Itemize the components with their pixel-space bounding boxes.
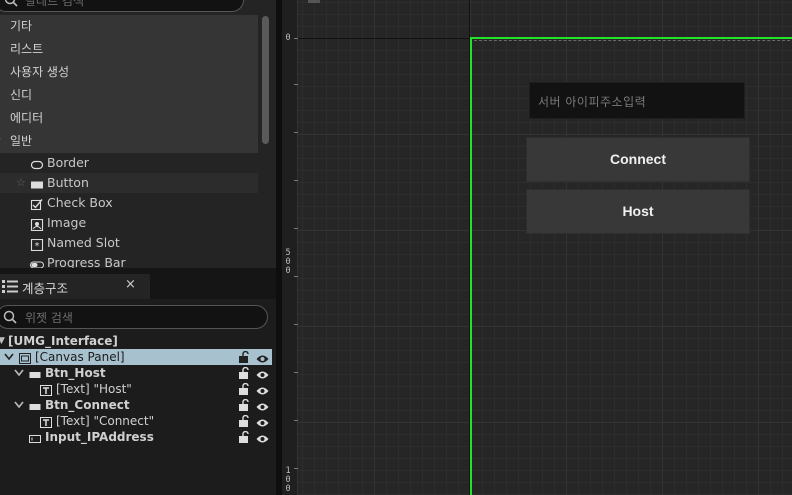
palette-category-common[interactable]: ▾ 일반 [0,130,258,153]
close-icon[interactable]: × [125,277,136,292]
tree-row-btn-host[interactable]: Btn_Host [0,365,272,381]
unlock-icon[interactable] [238,430,250,447]
ruler-tick [294,228,298,229]
palette-item-label: Check Box [47,195,113,210]
palette-item-label: Named Slot [47,235,120,250]
chevron-down-icon[interactable]: ▼ [0,333,5,349]
hierarchy-icon [2,280,18,296]
text-icon [40,416,52,428]
tree-row-label: [Text] "Connect" [56,414,155,428]
button-icon [29,368,41,378]
border-icon [30,157,44,170]
ruler-tick [294,180,298,181]
palette-search-placeholder: 팔레트 검색 [25,0,85,8]
palette-item-label: Button [47,175,89,190]
tree-row-canvas-panel[interactable]: [Canvas Panel] [0,349,272,365]
hierarchy-panel: 위젯 검색 ▼ [UMG_Interface] [Canvas Panel] B… [0,299,276,495]
category-label: 일반 [10,134,33,148]
ip-address-input[interactable]: 서버 아이피주소입력 [529,82,745,119]
palette-category-list[interactable]: 리스트 [0,38,258,61]
tree-row-btn-connect[interactable]: Btn_Connect [0,397,272,413]
image-icon [30,217,44,232]
palette-item-label: Progress Bar [47,255,126,268]
ruler-corner [308,0,320,3]
canvas-dashed-edge [474,40,792,41]
ip-address-input-text: 서버 아이피주소입력 [538,95,647,109]
palette-item-button[interactable]: ☆ Button [0,173,258,193]
connect-button[interactable]: Connect [526,137,750,182]
ruler-tick [294,132,298,133]
palette-category-misc[interactable]: 기타 [0,15,258,38]
tree-row-label: [Text] "Host" [56,382,132,396]
palette-item-progress-bar[interactable]: Progress Bar [0,253,258,268]
search-icon [4,0,18,10]
palette-item-label: Border [47,155,89,170]
widget-search-placeholder: 위젯 검색 [25,311,73,325]
tree-row-umg-interface[interactable]: ▼ [UMG_Interface] [0,333,272,349]
category-label: 리스트 [10,42,44,56]
palette-item-named-slot[interactable]: * Named Slot [0,233,258,253]
palette-category-synth[interactable]: 신디 [0,84,258,107]
button-icon [29,400,41,410]
widget-search-input[interactable]: 위젯 검색 [0,305,268,329]
ruler-label: 0 [285,33,291,43]
tree-row-label: [Canvas Panel] [35,350,125,364]
tree-row-label: Btn_Connect [45,398,130,412]
palette-item-image[interactable]: Image [0,213,258,233]
ruler-tick [294,468,298,469]
host-button[interactable]: Host [526,189,750,234]
button-icon [30,177,44,189]
category-label: 사용자 생성 [10,65,70,79]
palette-item-label: Image [47,215,87,230]
palette-category-user-created[interactable]: 사용자 생성 [0,61,258,84]
palette-panel: 팔레트 검색 기타 리스트 사용자 생성 신디 에디터 ▾ 일반 Border … [0,0,276,268]
palette-search-input[interactable]: 팔레트 검색 [0,0,244,12]
ruler-label: 5 0 0 [285,248,291,276]
connect-button-label: Connect [610,151,666,167]
svg-text:*: * [35,241,40,251]
ruler-tick [294,324,298,325]
left-panel: 팔레트 검색 기타 리스트 사용자 생성 신디 에디터 ▾ 일반 Border … [0,0,276,495]
ruler-tick [294,84,298,85]
text-box-icon [29,432,41,443]
text-icon [40,384,52,396]
tree-row-label: [UMG_Interface] [8,334,118,348]
progress-bar-icon [30,257,44,268]
tree-row-label: Input_IPAddress [45,430,154,444]
ruler-tick [294,276,298,277]
tab-hierarchy-label: 계층구조 [22,281,69,296]
chevron-down-icon: ▾ [0,130,1,153]
tree-row-input-ipaddress[interactable]: Input_IPAddress [0,429,272,445]
ruler-tick [294,420,298,421]
hierarchy-tab-bar: 계층구조 × [0,274,276,299]
palette-item-check-box[interactable]: Check Box [0,193,258,213]
category-label: 신디 [10,88,33,102]
tree-row-text-host[interactable]: [Text] "Host" [0,381,272,397]
ruler-tick [294,372,298,373]
search-icon [3,310,17,327]
ruler-label: 1 0 0 [285,466,291,494]
category-label: 기타 [10,19,33,33]
named-slot-icon: * [30,237,44,252]
category-label: 에디터 [10,111,44,125]
checkbox-icon [30,197,44,211]
star-icon[interactable]: ☆ [16,173,26,193]
host-button-label: Host [622,203,654,219]
vertical-ruler: 0 5 0 0 1 0 0 [282,0,298,495]
palette-category-editor[interactable]: 에디터 [0,107,258,130]
tree-row-label: Btn_Host [45,366,106,380]
tree-row-text-connect[interactable]: [Text] "Connect" [0,413,272,429]
palette-item-border[interactable]: Border [0,153,258,173]
tab-hierarchy[interactable]: 계층구조 × [0,274,150,299]
palette-scrollbar[interactable] [262,16,269,144]
canvas-panel-icon [19,352,31,364]
eye-icon[interactable] [256,432,269,448]
